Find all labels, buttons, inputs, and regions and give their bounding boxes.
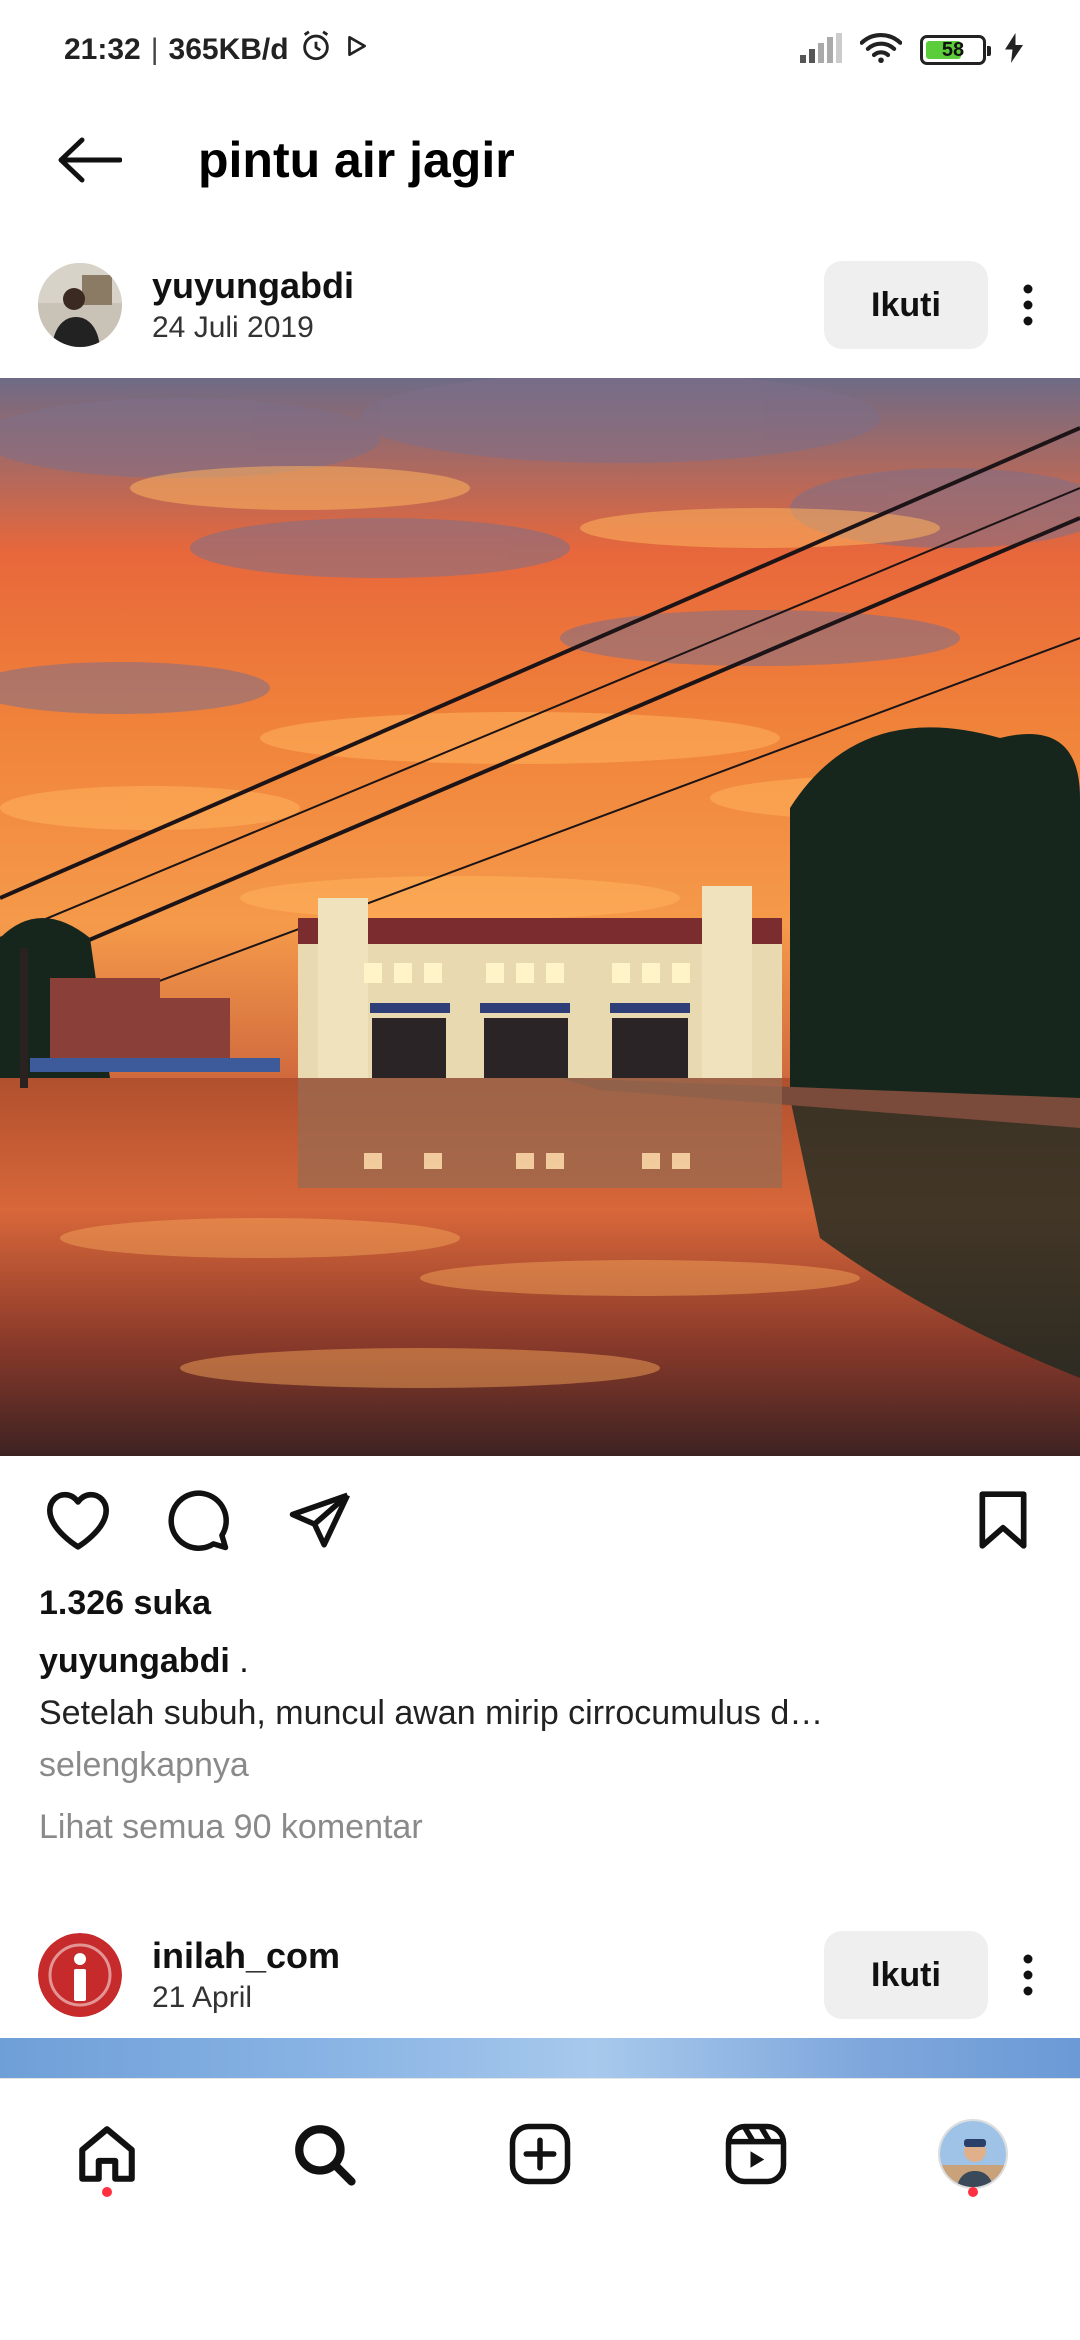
save-button[interactable] [963,1480,1043,1560]
username[interactable]: yuyungabdi [152,265,354,307]
more-options-button[interactable] [988,261,1068,349]
share-button[interactable] [280,1480,360,1560]
charging-icon [1004,32,1024,68]
action-row [0,1480,1080,1560]
back-button[interactable] [34,110,144,210]
wifi-icon [859,32,903,69]
status-time: 21:32 [64,33,141,66]
caption-text: Setelah subuh, muncul awan mirip cirrocu… [39,1694,824,1732]
caption: yuyungabdi . [39,1642,249,1681]
search-icon [295,2125,356,2186]
like-button[interactable] [38,1480,118,1560]
next-post-image[interactable] [0,2038,1080,2078]
caption-suffix: . [229,1642,249,1680]
avatar[interactable] [38,263,122,347]
bookmark-icon [979,1491,1027,1549]
post-header: yuyungabdi 24 Juli 2019 Ikuti [0,250,1080,360]
post-header: inilah_com 21 April Ikuti [0,1920,1080,2030]
nav-profile[interactable] [928,2109,1018,2199]
more-vertical-icon [1023,1954,1033,1996]
likes-count[interactable]: 1.326 suka [39,1584,211,1623]
heart-icon [46,1491,109,1550]
notification-dot [102,2187,112,2197]
battery-level: 58 [941,38,965,61]
username[interactable]: inilah_com [152,1935,340,1977]
status-right: 58 [800,32,1024,69]
nav-home[interactable] [62,2109,152,2199]
follow-button[interactable]: Ikuti [824,1931,988,2019]
battery-icon: 58 [920,35,991,65]
status-bar: 21:32 | 365KB/d 58 [0,0,1080,100]
nav-reels[interactable] [711,2109,801,2199]
user-block: yuyungabdi 24 Juli 2019 [152,265,354,345]
bottom-nav [0,2078,1080,2218]
home-icon [79,2126,135,2182]
comment-icon [168,1490,229,1551]
user-block: inilah_com 21 April [152,1935,340,2015]
plus-square-icon [509,2123,571,2185]
share-icon [289,1492,350,1548]
caption-username[interactable]: yuyungabdi [39,1642,230,1680]
post-date: 21 April [152,1981,253,2014]
nav-create[interactable] [495,2109,585,2199]
view-comments-link[interactable]: Lihat semua 90 komentar [39,1808,423,1847]
post-image[interactable] [0,378,1080,1456]
status-data-rate: 365KB/d [168,33,289,66]
more-options-button[interactable] [988,1931,1068,2019]
top-bar: pintu air jagir [0,110,1080,210]
profile-avatar [938,2119,1008,2189]
play-icon [343,33,369,67]
reels-icon [725,2123,787,2185]
notification-dot [968,2187,978,2197]
arrow-left-icon [58,137,122,183]
more-link[interactable]: selengkapnya [39,1746,249,1785]
status-separator: | [150,33,159,66]
signal-icon [800,32,842,68]
status-left: 21:32 | 365KB/d [64,29,369,71]
page-title: pintu air jagir [198,132,515,188]
avatar[interactable] [38,1933,122,2017]
nav-search[interactable] [279,2109,369,2199]
comment-button[interactable] [158,1480,238,1560]
more-vertical-icon [1023,284,1033,326]
alarm-icon [299,29,333,71]
follow-button[interactable]: Ikuti [824,261,988,349]
post-date: 24 Juli 2019 [152,311,314,344]
